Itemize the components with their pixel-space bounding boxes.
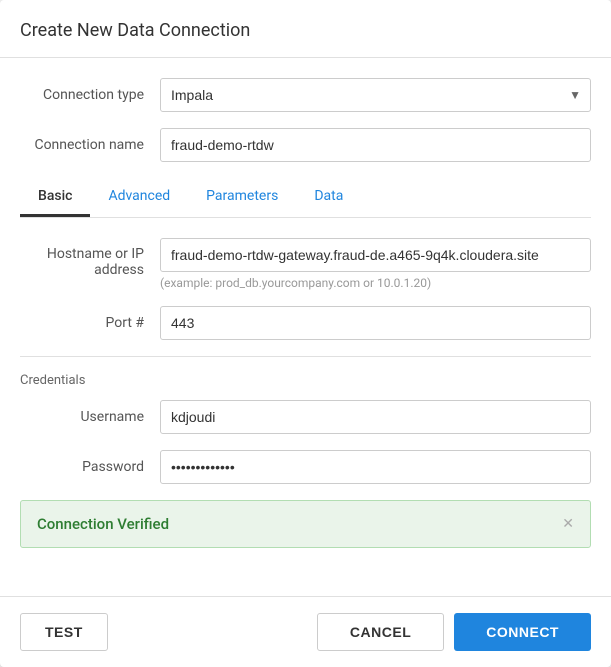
port-input[interactable]	[160, 306, 591, 340]
test-button[interactable]: TEST	[20, 613, 108, 651]
dialog-footer: TEST CANCEL CONNECT	[0, 596, 611, 667]
hostname-label: Hostname or IP address	[20, 238, 160, 278]
close-banner-button[interactable]: ✕	[562, 517, 574, 531]
username-row: Username	[20, 400, 591, 434]
port-row: Port #	[20, 306, 591, 340]
tab-basic[interactable]: Basic	[20, 178, 90, 217]
credentials-divider	[20, 356, 591, 357]
username-input[interactable]	[160, 400, 591, 434]
hostname-input[interactable]	[160, 238, 591, 272]
port-label: Port #	[20, 315, 160, 331]
connection-name-input[interactable]	[160, 128, 591, 162]
connection-type-row: Connection type Impala ▼	[20, 78, 591, 112]
credentials-label: Credentials	[20, 373, 591, 388]
tabs-container: Basic Advanced Parameters Data	[20, 178, 591, 218]
tab-data[interactable]: Data	[296, 178, 361, 217]
connection-type-label: Connection type	[20, 87, 160, 103]
connection-name-label: Connection name	[20, 137, 160, 153]
username-label: Username	[20, 409, 160, 425]
connection-name-row: Connection name	[20, 128, 591, 162]
form-body: Connection type Impala ▼ Connection name…	[0, 58, 611, 596]
connection-type-select-wrapper: Impala ▼	[160, 78, 591, 112]
hostname-row: Hostname or IP address (example: prod_db…	[20, 238, 591, 290]
verified-text: Connection Verified	[37, 515, 169, 533]
hostname-hint: (example: prod_db.yourcompany.com or 10.…	[160, 276, 591, 290]
create-connection-dialog: Create New Data Connection Connection ty…	[0, 0, 611, 667]
connection-verified-banner: Connection Verified ✕	[20, 500, 591, 548]
connect-button[interactable]: CONNECT	[454, 613, 591, 651]
password-label: Password	[20, 459, 160, 475]
tab-advanced[interactable]: Advanced	[90, 178, 188, 217]
password-input[interactable]	[160, 450, 591, 484]
connection-type-select[interactable]: Impala	[160, 78, 591, 112]
tab-parameters[interactable]: Parameters	[188, 178, 296, 217]
cancel-button[interactable]: CANCEL	[317, 613, 444, 651]
dialog-title: Create New Data Connection	[0, 0, 611, 58]
password-row: Password	[20, 450, 591, 484]
footer-right-buttons: CANCEL CONNECT	[317, 613, 591, 651]
hostname-field-wrapper: (example: prod_db.yourcompany.com or 10.…	[160, 238, 591, 290]
